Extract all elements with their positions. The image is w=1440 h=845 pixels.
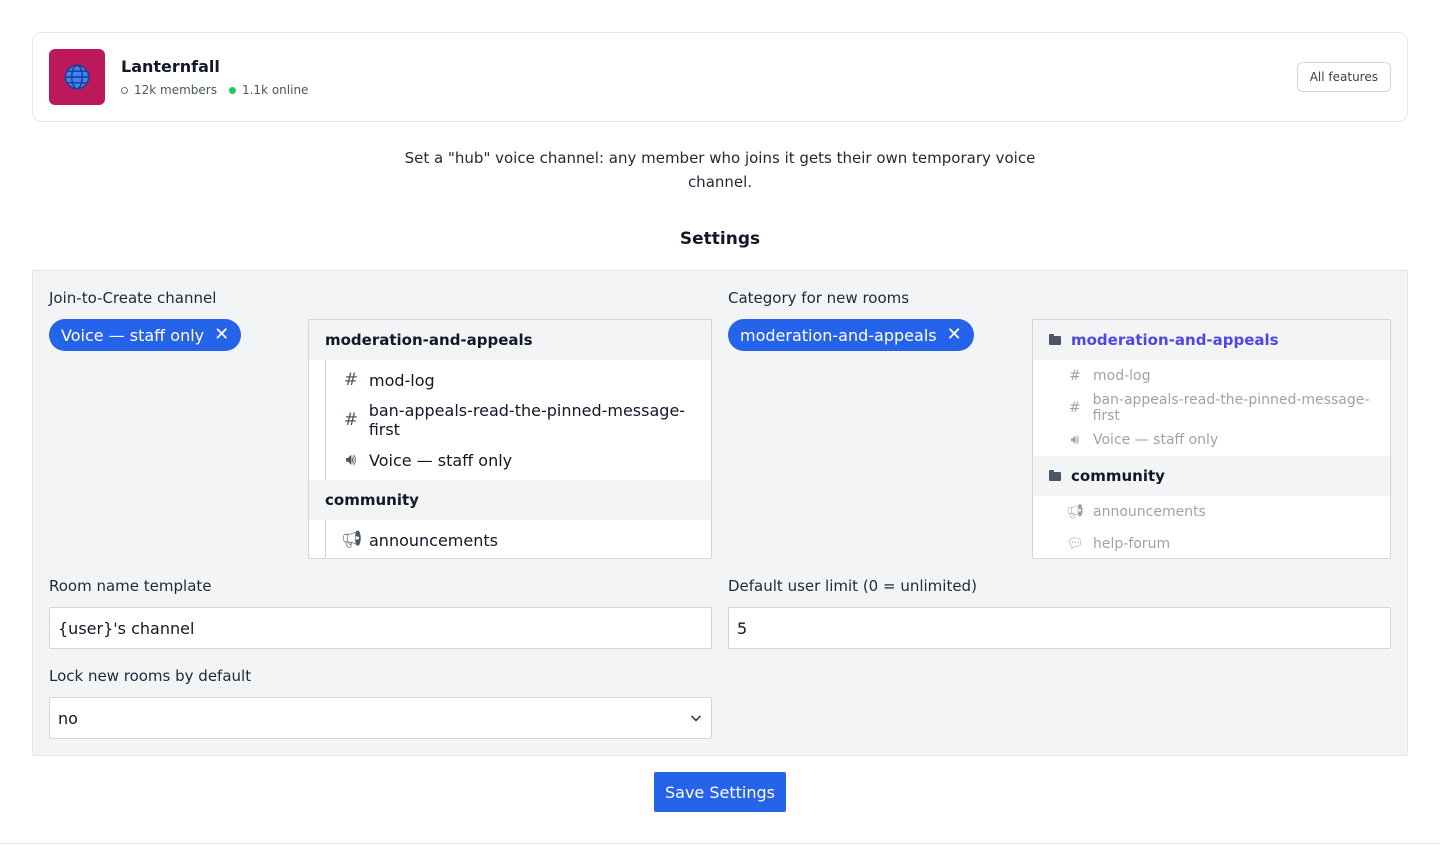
category-name: moderation-and-appeals — [1071, 331, 1279, 349]
channel-row-disabled: 🔊︎ Voice — staff only — [1033, 424, 1390, 456]
channel-row-disabled: # mod-log — [1033, 360, 1390, 392]
category-chip-label: moderation-and-appeals — [740, 325, 937, 345]
channel-name: Voice — staff only — [369, 450, 513, 470]
channel-row-disabled: # ban-appeals-read-the-pinned-message-fi… — [1033, 392, 1390, 424]
channel-row[interactable]: 🔊︎ Voice — staff only — [309, 440, 711, 480]
hash-icon: # — [1068, 400, 1081, 416]
remove-chip-icon[interactable]: ✕ — [947, 326, 962, 344]
channel-row-disabled: 📢︎ announcements — [1033, 496, 1390, 528]
megaphone-icon: 📢︎ — [341, 530, 363, 550]
join-to-create-chip[interactable]: Voice — staff only ✕ — [49, 319, 242, 351]
category-row[interactable]: moderation-and-appeals — [309, 320, 711, 360]
category-chip[interactable]: moderation-and-appeals ✕ — [728, 319, 974, 351]
online-dot-icon — [228, 86, 236, 94]
lock-rooms-label: Lock new rooms by default — [49, 667, 252, 685]
online-count-label: 1.1k online — [241, 83, 309, 97]
channel-name: mod-log — [369, 370, 435, 390]
hash-icon: # — [343, 410, 358, 430]
all-features-button[interactable]: All features — [1296, 62, 1391, 92]
user-limit-input[interactable]: 5 — [728, 607, 1391, 649]
megaphone-icon: 📢︎ — [1066, 504, 1084, 520]
member-count: 12k members — [121, 83, 217, 97]
room-name-template-label: Room name template — [49, 577, 212, 595]
server-avatar — [49, 49, 105, 105]
member-count-label: 12k members — [134, 83, 217, 97]
server-stats: 12k members 1.1k online — [121, 83, 320, 97]
category-list[interactable]: moderation-and-appeals # mod-log # ban-a… — [1032, 319, 1391, 559]
channel-name: announcements — [1093, 504, 1206, 520]
members-dot-icon — [121, 86, 128, 94]
folder-icon — [1049, 469, 1061, 481]
join-to-create-channel-list[interactable]: moderation-and-appeals # mod-log # ban-a… — [308, 319, 712, 559]
channel-name: help-forum — [1093, 536, 1171, 552]
room-name-template-input[interactable]: {user}'s channel — [49, 607, 712, 649]
channel-row[interactable]: # mod-log — [309, 360, 711, 400]
settings-heading: Settings — [679, 229, 761, 249]
category-label: Category for new rooms — [728, 289, 910, 307]
footer-divider — [0, 843, 1440, 844]
lock-rooms-value: no — [58, 708, 78, 728]
forum-icon: 💬︎ — [1066, 536, 1084, 552]
channel-name: mod-log — [1093, 368, 1151, 384]
category-row-selected[interactable]: moderation-and-appeals — [1033, 320, 1390, 360]
hash-icon: # — [1069, 368, 1081, 384]
channel-name: ban-appeals-read-the-pinned-message-firs… — [368, 401, 686, 439]
speaker-icon: 🔊︎ — [345, 450, 357, 470]
server-card: Lanternfall 12k members 1.1k online All … — [32, 32, 1408, 122]
lock-rooms-select[interactable]: no — [49, 697, 712, 739]
room-name-template-value: {user}'s channel — [58, 618, 195, 638]
category-row[interactable]: community — [309, 480, 711, 520]
channel-row-disabled: 💬︎ help-forum — [1033, 528, 1390, 558]
channel-row[interactable]: # ban-appeals-read-the-pinned-message-fi… — [309, 400, 711, 440]
user-limit-label: Default user limit (0 = unlimited) — [728, 577, 977, 595]
channel-name: announcements — [369, 530, 498, 550]
feature-description: Set a "hub" voice channel: any member wh… — [404, 149, 1036, 191]
hash-icon: # — [343, 370, 359, 390]
server-name: Lanternfall — [121, 57, 220, 76]
join-to-create-label: Join-to-Create channel — [49, 289, 217, 307]
channel-name: Voice — staff only — [1093, 432, 1219, 448]
speaker-icon: 🔊︎ — [1070, 432, 1080, 448]
join-to-create-chip-label: Voice — staff only — [61, 325, 205, 345]
category-name: community — [1071, 467, 1165, 485]
remove-chip-icon[interactable]: ✕ — [214, 326, 229, 344]
user-limit-value: 5 — [737, 618, 748, 638]
folder-icon — [1049, 333, 1061, 345]
online-count: 1.1k online — [228, 83, 309, 97]
globe-icon — [64, 64, 90, 90]
channel-row[interactable]: 📢︎ announcements — [309, 520, 711, 558]
save-settings-button[interactable]: Save Settings — [654, 772, 786, 812]
chevron-down-icon — [690, 715, 702, 722]
channel-name: ban-appeals-read-the-pinned-message-firs… — [1092, 392, 1370, 424]
category-row[interactable]: community — [1033, 456, 1390, 496]
